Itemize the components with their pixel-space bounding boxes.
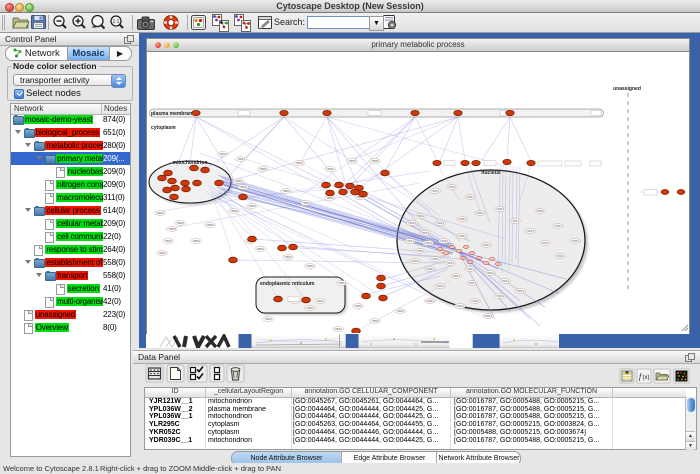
svg-text:YBR0: YBR0 [316, 299, 324, 303]
svg-text:YBR0: YBR0 [326, 167, 334, 171]
svg-text:YBR0: YBR0 [396, 309, 404, 313]
svg-text:YDR1: YDR1 [408, 221, 416, 225]
svg-text:YBR0: YBR0 [354, 304, 362, 308]
svg-text:YDR1: YDR1 [482, 243, 490, 247]
svg-text:YDR1: YDR1 [440, 239, 448, 243]
svg-text:YDR1: YDR1 [456, 304, 464, 308]
svg-text:YDR1: YDR1 [458, 234, 466, 238]
svg-text:YBR0: YBR0 [371, 319, 379, 323]
svg-text:YBR0: YBR0 [192, 239, 200, 243]
svg-text:nucleus: nucleus [481, 170, 501, 176]
svg-text:YDR1: YDR1 [416, 249, 424, 253]
svg-text:1:1: 1:1 [113, 19, 120, 25]
svg-text:YDR1: YDR1 [452, 274, 460, 278]
svg-text:YBR0: YBR0 [306, 264, 314, 268]
svg-text:YBR0: YBR0 [168, 227, 176, 231]
svg-text:YDR1: YDR1 [406, 239, 414, 243]
svg-text:YBR0: YBR0 [156, 211, 164, 215]
svg-text:YBR0: YBR0 [338, 281, 346, 285]
svg-text:plasma membrane: plasma membrane [151, 111, 195, 117]
svg-text:YDR1: YDR1 [424, 241, 432, 245]
svg-text:YBR0: YBR0 [326, 196, 334, 200]
svg-text:YBR0: YBR0 [237, 157, 245, 161]
svg-text:YDR1: YDR1 [468, 281, 476, 285]
svg-text:YBR0: YBR0 [248, 204, 256, 208]
svg-text:YDR1: YDR1 [496, 207, 504, 211]
svg-text:YDR1: YDR1 [511, 219, 519, 223]
svg-text:YDR1: YDR1 [471, 299, 479, 303]
svg-text:(x): (x) [643, 375, 650, 381]
svg-text:YDR1: YDR1 [526, 229, 534, 233]
svg-text:YDR1: YDR1 [431, 257, 439, 261]
svg-text:YBR0: YBR0 [264, 317, 272, 321]
svg-text:YDR1: YDR1 [476, 211, 484, 215]
svg-text:YBR0: YBR0 [306, 306, 314, 310]
svg-text:YBR0: YBR0 [206, 223, 214, 227]
svg-text:YBR0: YBR0 [259, 167, 267, 171]
svg-text:YDR1: YDR1 [466, 195, 474, 199]
svg-text:YBR0: YBR0 [176, 221, 184, 225]
svg-text:YDR1: YDR1 [416, 214, 424, 218]
svg-text:cytoplasm: cytoplasm [151, 125, 176, 131]
svg-text:YDR1: YDR1 [484, 314, 492, 318]
svg-text:YDR1: YDR1 [516, 289, 524, 293]
svg-text:YBR0: YBR0 [158, 251, 166, 255]
svg-text:YDR1: YDR1 [571, 239, 579, 243]
svg-text:YDR1: YDR1 [556, 254, 564, 258]
svg-text:YBR0: YBR0 [234, 179, 242, 183]
svg-text:YBR0: YBR0 [371, 159, 379, 163]
svg-text:YDR1: YDR1 [421, 231, 429, 235]
svg-text:YDR1: YDR1 [431, 189, 439, 193]
svg-text:YDR1: YDR1 [541, 241, 549, 245]
svg-text:YDR1: YDR1 [486, 271, 494, 275]
svg-text:YDR1: YDR1 [426, 299, 434, 303]
svg-text:YDR1: YDR1 [436, 221, 444, 225]
svg-text:YBR0: YBR0 [334, 327, 342, 331]
svg-text:YBR0: YBR0 [230, 209, 238, 213]
svg-text:YBR0: YBR0 [256, 247, 264, 251]
svg-text:YDR1: YDR1 [411, 259, 419, 263]
svg-text:YDR1: YDR1 [554, 224, 562, 228]
svg-text:YBR0: YBR0 [219, 152, 227, 156]
svg-text:YBR0: YBR0 [239, 185, 247, 189]
svg-text:YDR1: YDR1 [426, 267, 434, 271]
svg-text:unassigned: unassigned [613, 86, 641, 92]
svg-text:YDR1: YDR1 [458, 217, 466, 221]
svg-text:YDR1: YDR1 [501, 279, 509, 283]
svg-text:YDR1: YDR1 [436, 284, 444, 288]
svg-text:YDR1: YDR1 [446, 261, 454, 265]
svg-text:YDR1: YDR1 [496, 294, 504, 298]
svg-text:YDR1: YDR1 [448, 185, 456, 189]
svg-text:YBR0: YBR0 [164, 239, 172, 243]
svg-text:YDR1: YDR1 [536, 209, 544, 213]
svg-text:endoplasmic reticulum: endoplasmic reticulum [260, 281, 315, 287]
svg-text:YDR1: YDR1 [466, 267, 474, 271]
svg-text:YBR0: YBR0 [282, 189, 290, 193]
svg-text:YBR0: YBR0 [284, 255, 292, 259]
svg-text:YBR0: YBR0 [295, 161, 303, 165]
svg-text:YBR0: YBR0 [302, 201, 310, 205]
svg-text:YBR0: YBR0 [348, 159, 356, 163]
